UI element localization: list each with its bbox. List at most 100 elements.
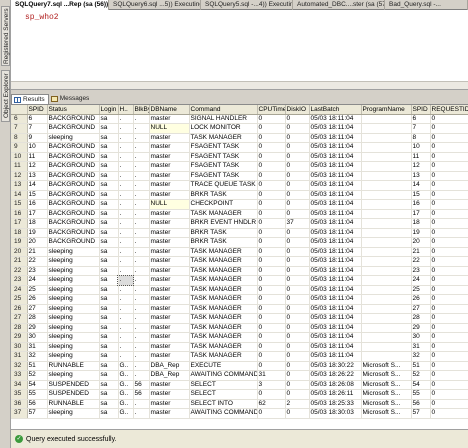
grid-cell[interactable]: 26 — [411, 294, 431, 305]
grid-cell[interactable]: BACKGROUND — [47, 152, 100, 162]
grid-cell[interactable]: 0 — [257, 285, 286, 295]
grid-cell[interactable]: . — [133, 323, 150, 333]
grid-cell[interactable]: FSAGENT TASK — [189, 161, 258, 172]
grid-cell[interactable]: 05/03 18:25:33 — [309, 399, 362, 409]
grid-cell[interactable]: 0 — [285, 266, 310, 276]
grid-cell[interactable] — [361, 294, 412, 305]
grid-cell[interactable]: BACKGROUND — [47, 180, 100, 191]
grid-cell[interactable]: 0 — [285, 123, 310, 134]
grid-cell[interactable]: 0 — [430, 142, 468, 153]
grid-cell[interactable]: master — [149, 218, 190, 229]
grid-cell[interactable]: 19 — [411, 228, 431, 238]
grid-cell[interactable]: . — [133, 370, 150, 381]
grid-cell[interactable]: 0 — [285, 313, 310, 324]
grid-cell[interactable]: 05/03 18:30:03 — [309, 408, 362, 419]
table-row[interactable]: 17 18 BACKGROUND sa.. master BRKR EVENT HNDLR… — [11, 218, 468, 229]
grid-cell[interactable]: 0 — [430, 123, 468, 134]
grid-cell[interactable]: 24 — [411, 275, 431, 286]
grid-cell[interactable]: 22 — [27, 256, 48, 267]
column-header[interactable]: H.. — [118, 105, 134, 115]
grid-cell[interactable]: sleeping — [47, 133, 100, 143]
grid-cell[interactable]: sleeping — [47, 313, 100, 324]
grid-cell[interactable]: master — [149, 247, 190, 257]
grid-cell[interactable]: SUSPENDED — [47, 380, 100, 390]
grid-cell[interactable]: 56 — [27, 399, 48, 409]
grid-cell[interactable]: 0 — [430, 351, 468, 362]
grid-cell[interactable]: . — [133, 190, 150, 200]
grid-cell[interactable]: 0 — [257, 199, 286, 210]
grid-cell[interactable]: 0 — [257, 171, 286, 181]
grid-cell[interactable]: 21 — [27, 247, 48, 257]
grid-cell[interactable]: EXECUTE — [189, 361, 258, 371]
grid-cell[interactable]: master — [149, 304, 190, 314]
grid-cell[interactable]: master — [149, 161, 190, 172]
grid-cell[interactable]: sa — [99, 266, 119, 276]
grid-cell[interactable]: 57 — [411, 408, 431, 419]
grid-cell[interactable]: 0 — [257, 304, 286, 314]
grid-cell[interactable]: master — [149, 228, 190, 238]
grid-cell[interactable]: 0 — [285, 190, 310, 200]
grid-cell[interactable] — [361, 161, 412, 172]
grid-cell[interactable]: 0 — [285, 351, 310, 362]
grid-cell[interactable]: sleeping — [47, 342, 100, 352]
grid-cell[interactable]: 0 — [430, 370, 468, 381]
grid-cell[interactable]: 0 — [430, 389, 468, 400]
table-row[interactable]: 14 15 BACKGROUND sa.. master BRKR TASK 0 0 05/03… — [11, 190, 468, 200]
grid-cell[interactable]: 0 — [430, 218, 468, 229]
table-row[interactable]: 8 9 sleeping sa.. master TASK MANAGER 0 0 05/03 … — [11, 133, 468, 143]
grid-cell[interactable]: 0 — [257, 408, 286, 419]
grid-cell[interactable]: 0 — [285, 133, 310, 143]
grid-cell[interactable]: 0 — [430, 161, 468, 172]
table-row[interactable]: 15 16 BACKGROUND sa.. NULL CHECKPOINT 0 0 05/03 … — [11, 199, 468, 210]
grid-cell[interactable]: sa — [99, 370, 119, 381]
grid-cell[interactable]: 0 — [285, 161, 310, 172]
grid-cell[interactable]: . — [133, 285, 150, 295]
grid-cell[interactable]: . — [133, 228, 150, 238]
grid-cell[interactable]: 0 — [257, 342, 286, 352]
grid-cell[interactable]: 05/03 18:11:04 — [309, 323, 362, 333]
grid-cell[interactable] — [361, 266, 412, 276]
grid-cell[interactable]: Microsoft S... — [361, 370, 412, 381]
grid-cell[interactable]: 0 — [430, 323, 468, 333]
table-row[interactable]: 13 14 BACKGROUND sa.. master TRACE QUEUE TASK… — [11, 180, 468, 191]
grid-cell[interactable]: Microsoft S... — [361, 361, 412, 371]
grid-cell[interactable]: 0 — [430, 237, 468, 248]
grid-cell[interactable]: BRKR TASK — [189, 237, 258, 248]
grid-cell[interactable]: 0 — [430, 408, 468, 419]
grid-cell[interactable]: . — [118, 256, 134, 267]
doc-tab-sqlquery6[interactable]: SQLQuery6.sql ...5)) Executing.... — [109, 0, 201, 10]
grid-cell[interactable]: 22 — [411, 256, 431, 267]
column-header[interactable]: SPID — [411, 105, 431, 115]
column-header[interactable] — [11, 105, 28, 115]
grid-cell[interactable]: 05/03 18:11:04 — [309, 180, 362, 191]
table-row[interactable]: 28 29 sleeping sa.. master TASK MANAGER 0 0 05/0… — [11, 323, 468, 333]
grid-cell[interactable]: BACKGROUND — [47, 142, 100, 153]
grid-cell[interactable]: . — [133, 114, 150, 124]
grid-cell[interactable]: sleeping — [47, 285, 100, 295]
grid-cell[interactable]: 05/03 18:11:04 — [309, 351, 362, 362]
grid-cell[interactable]: master — [149, 152, 190, 162]
grid-cell[interactable]: 0 — [430, 247, 468, 257]
grid-cell[interactable]: LOCK MONITOR — [189, 123, 258, 134]
grid-cell[interactable]: master — [149, 266, 190, 276]
grid-cell[interactable]: . — [133, 152, 150, 162]
grid-cell[interactable]: 05/03 18:11:04 — [309, 152, 362, 162]
grid-cell[interactable]: 05/03 18:11:04 — [309, 114, 362, 124]
grid-cell[interactable]: 29 — [27, 323, 48, 333]
grid-cell[interactable]: . — [133, 180, 150, 191]
table-row[interactable]: 29 30 sleeping sa.. master TASK MANAGER 0 0 05/0… — [11, 332, 468, 343]
grid-cell[interactable] — [361, 209, 412, 219]
grid-cell[interactable]: BACKGROUND — [47, 190, 100, 200]
table-row[interactable]: 37 57 sleeping sa G... master AWAITING COMMAND… — [11, 408, 468, 419]
grid-cell[interactable]: CHECKPOINT — [189, 199, 258, 210]
grid-cell[interactable]: 25 — [411, 285, 431, 295]
grid-cell[interactable]: TRACE QUEUE TASK — [189, 180, 258, 191]
table-row[interactable]: 32 51 RUNNABLE sa G... DBA_Rep EXECUTE 0 0 05/03 … — [11, 361, 468, 371]
grid-cell[interactable]: 0 — [285, 332, 310, 343]
grid-cell[interactable]: TASK MANAGER — [189, 209, 258, 219]
grid-cell[interactable]: 23 — [411, 266, 431, 276]
grid-cell[interactable]: master — [149, 380, 190, 390]
grid-cell[interactable]: BACKGROUND — [47, 161, 100, 172]
grid-cell[interactable]: 30 — [27, 332, 48, 343]
grid-cell[interactable]: 0 — [257, 351, 286, 362]
